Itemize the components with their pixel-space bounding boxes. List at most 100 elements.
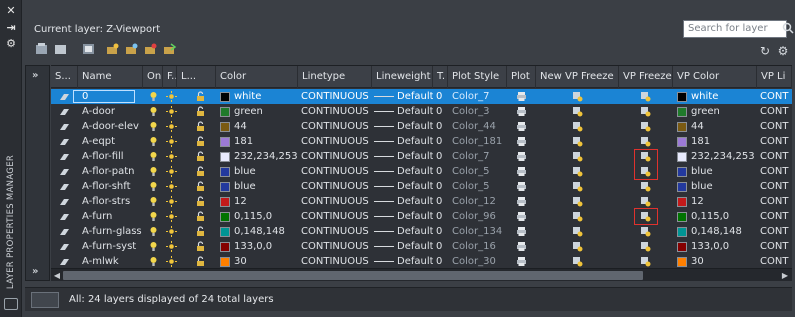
new-vp-freeze-icon[interactable] bbox=[572, 256, 583, 267]
scrollbar-thumb[interactable] bbox=[63, 271, 643, 280]
layer-row[interactable]: A-door green CONTINUOUS Default 0 Color_3 gree… bbox=[51, 104, 792, 119]
vp-linetype[interactable]: CONT bbox=[760, 134, 792, 149]
layer-linetype[interactable]: CONTINUOUS bbox=[301, 89, 371, 104]
layer-lineweight[interactable]: Default bbox=[397, 239, 433, 254]
layer-linetype[interactable]: CONTINUOUS bbox=[301, 164, 371, 179]
on-bulb-icon[interactable] bbox=[148, 256, 159, 267]
vp-freeze-icon[interactable] bbox=[640, 241, 651, 252]
layer-lineweight[interactable]: Default bbox=[397, 179, 433, 194]
column-header[interactable]: Plot bbox=[507, 66, 536, 88]
vp-color[interactable]: white bbox=[691, 89, 757, 104]
search-input[interactable]: Search for layer bbox=[683, 20, 787, 38]
on-bulb-icon[interactable] bbox=[148, 181, 159, 192]
color-swatch[interactable] bbox=[220, 242, 230, 252]
vp-color[interactable]: green bbox=[691, 104, 757, 119]
vp-linetype[interactable]: CONT bbox=[760, 164, 792, 179]
vp-color-swatch[interactable] bbox=[677, 227, 687, 237]
plot-printer-icon[interactable] bbox=[516, 196, 527, 207]
layer-transparency[interactable]: 0 bbox=[436, 164, 448, 179]
expand-filter-icon[interactable]: » bbox=[32, 70, 38, 81]
layer-lineweight[interactable]: Default bbox=[397, 104, 433, 119]
layer-name[interactable]: A-flor-fill bbox=[82, 149, 142, 164]
layer-linetype[interactable]: CONTINUOUS bbox=[301, 209, 371, 224]
layer-name[interactable]: A-flor-strs bbox=[82, 194, 142, 209]
layer-transparency[interactable]: 0 bbox=[436, 179, 448, 194]
vp-freeze-icon[interactable] bbox=[640, 136, 651, 147]
layer-linetype[interactable]: CONTINUOUS bbox=[301, 149, 371, 164]
new-property-filter-icon[interactable] bbox=[35, 43, 49, 56]
layer-status-icon[interactable] bbox=[59, 196, 70, 207]
set-current-icon[interactable] bbox=[163, 43, 177, 56]
new-vp-freeze-icon[interactable] bbox=[572, 211, 583, 222]
lock-icon[interactable] bbox=[195, 121, 206, 132]
layer-name[interactable]: A-flor-patn bbox=[82, 164, 142, 179]
new-vp-freeze-icon[interactable] bbox=[572, 181, 583, 192]
vp-freeze-icon[interactable] bbox=[640, 91, 651, 102]
layer-status-icon[interactable] bbox=[59, 226, 70, 237]
column-header[interactable]: VP Li bbox=[757, 66, 792, 88]
color-swatch[interactable] bbox=[220, 167, 230, 177]
invert-filter-button[interactable] bbox=[31, 292, 59, 308]
lock-icon[interactable] bbox=[195, 136, 206, 147]
plot-printer-icon[interactable] bbox=[516, 91, 527, 102]
layer-linetype[interactable]: CONTINUOUS bbox=[301, 239, 371, 254]
plot-printer-icon[interactable] bbox=[516, 151, 527, 162]
new-vp-freeze-icon[interactable] bbox=[572, 136, 583, 147]
freeze-sun-icon[interactable] bbox=[166, 181, 177, 192]
vp-linetype[interactable]: CONT bbox=[760, 239, 792, 254]
column-header[interactable]: VP Color bbox=[673, 66, 757, 88]
vp-linetype[interactable]: CONT bbox=[760, 89, 792, 104]
filter-tree-panel[interactable]: » » bbox=[25, 65, 50, 281]
layer-status-icon[interactable] bbox=[59, 106, 70, 117]
lock-icon[interactable] bbox=[195, 106, 206, 117]
vp-linetype[interactable]: CONT bbox=[760, 254, 792, 268]
layer-status-icon[interactable] bbox=[59, 241, 70, 252]
layer-list-grid[interactable]: S...NameOnF...L...ColorLinetypeLineweigh… bbox=[51, 65, 792, 268]
layer-name[interactable]: A-furn bbox=[82, 209, 142, 224]
layer-name[interactable]: A-door bbox=[82, 104, 142, 119]
vp-color-swatch[interactable] bbox=[677, 182, 687, 192]
on-bulb-icon[interactable] bbox=[148, 196, 159, 207]
column-header[interactable]: L... bbox=[177, 66, 216, 88]
refresh-icon[interactable]: ↻ bbox=[758, 44, 772, 58]
layer-row[interactable]: A-furn-glass 0,148,148 CONTINUOUS Default 0 C… bbox=[51, 224, 792, 239]
vp-freeze-icon[interactable] bbox=[640, 226, 651, 237]
vp-color[interactable]: 133,0,0 bbox=[691, 239, 757, 254]
layer-color[interactable]: 0,115,0 bbox=[234, 209, 298, 224]
vp-color-swatch[interactable] bbox=[677, 152, 687, 162]
search-icon[interactable] bbox=[782, 22, 794, 34]
color-swatch[interactable] bbox=[220, 197, 230, 207]
new-vp-freeze-icon[interactable] bbox=[572, 241, 583, 252]
layer-status-icon[interactable] bbox=[59, 211, 70, 222]
new-vp-freeze-icon[interactable] bbox=[572, 106, 583, 117]
column-header[interactable]: On bbox=[143, 66, 163, 88]
column-header[interactable]: Color bbox=[216, 66, 298, 88]
vp-freeze-icon[interactable] bbox=[640, 166, 651, 177]
vp-freeze-icon[interactable] bbox=[640, 181, 651, 192]
plot-printer-icon[interactable] bbox=[516, 166, 527, 177]
layer-linetype[interactable]: CONTINUOUS bbox=[301, 194, 371, 209]
on-bulb-icon[interactable] bbox=[148, 91, 159, 102]
layer-name[interactable]: A-furn-syst bbox=[82, 239, 142, 254]
column-header[interactable]: S... bbox=[51, 66, 78, 88]
layer-color[interactable]: 0,148,148 bbox=[234, 224, 298, 239]
layer-linetype[interactable]: CONTINUOUS bbox=[301, 254, 371, 268]
layer-status-icon[interactable] bbox=[59, 121, 70, 132]
on-bulb-icon[interactable] bbox=[148, 121, 159, 132]
lock-icon[interactable] bbox=[195, 166, 206, 177]
vp-linetype[interactable]: CONT bbox=[760, 104, 792, 119]
freeze-sun-icon[interactable] bbox=[166, 121, 177, 132]
delete-layer-icon[interactable] bbox=[144, 43, 158, 56]
vp-color-swatch[interactable] bbox=[677, 122, 687, 132]
column-header[interactable]: VP Freeze bbox=[619, 66, 673, 88]
freeze-sun-icon[interactable] bbox=[166, 151, 177, 162]
plot-printer-icon[interactable] bbox=[516, 106, 527, 117]
layer-color[interactable]: blue bbox=[234, 179, 298, 194]
freeze-sun-icon[interactable] bbox=[166, 226, 177, 237]
color-swatch[interactable] bbox=[220, 257, 230, 267]
vp-freeze-icon[interactable] bbox=[640, 256, 651, 267]
vp-linetype[interactable]: CONT bbox=[760, 149, 792, 164]
new-vp-freeze-icon[interactable] bbox=[572, 226, 583, 237]
layer-row[interactable]: A-flor-shft blue CONTINUOUS Default 0 Color_5… bbox=[51, 179, 792, 194]
column-header[interactable]: Plot Style bbox=[448, 66, 507, 88]
